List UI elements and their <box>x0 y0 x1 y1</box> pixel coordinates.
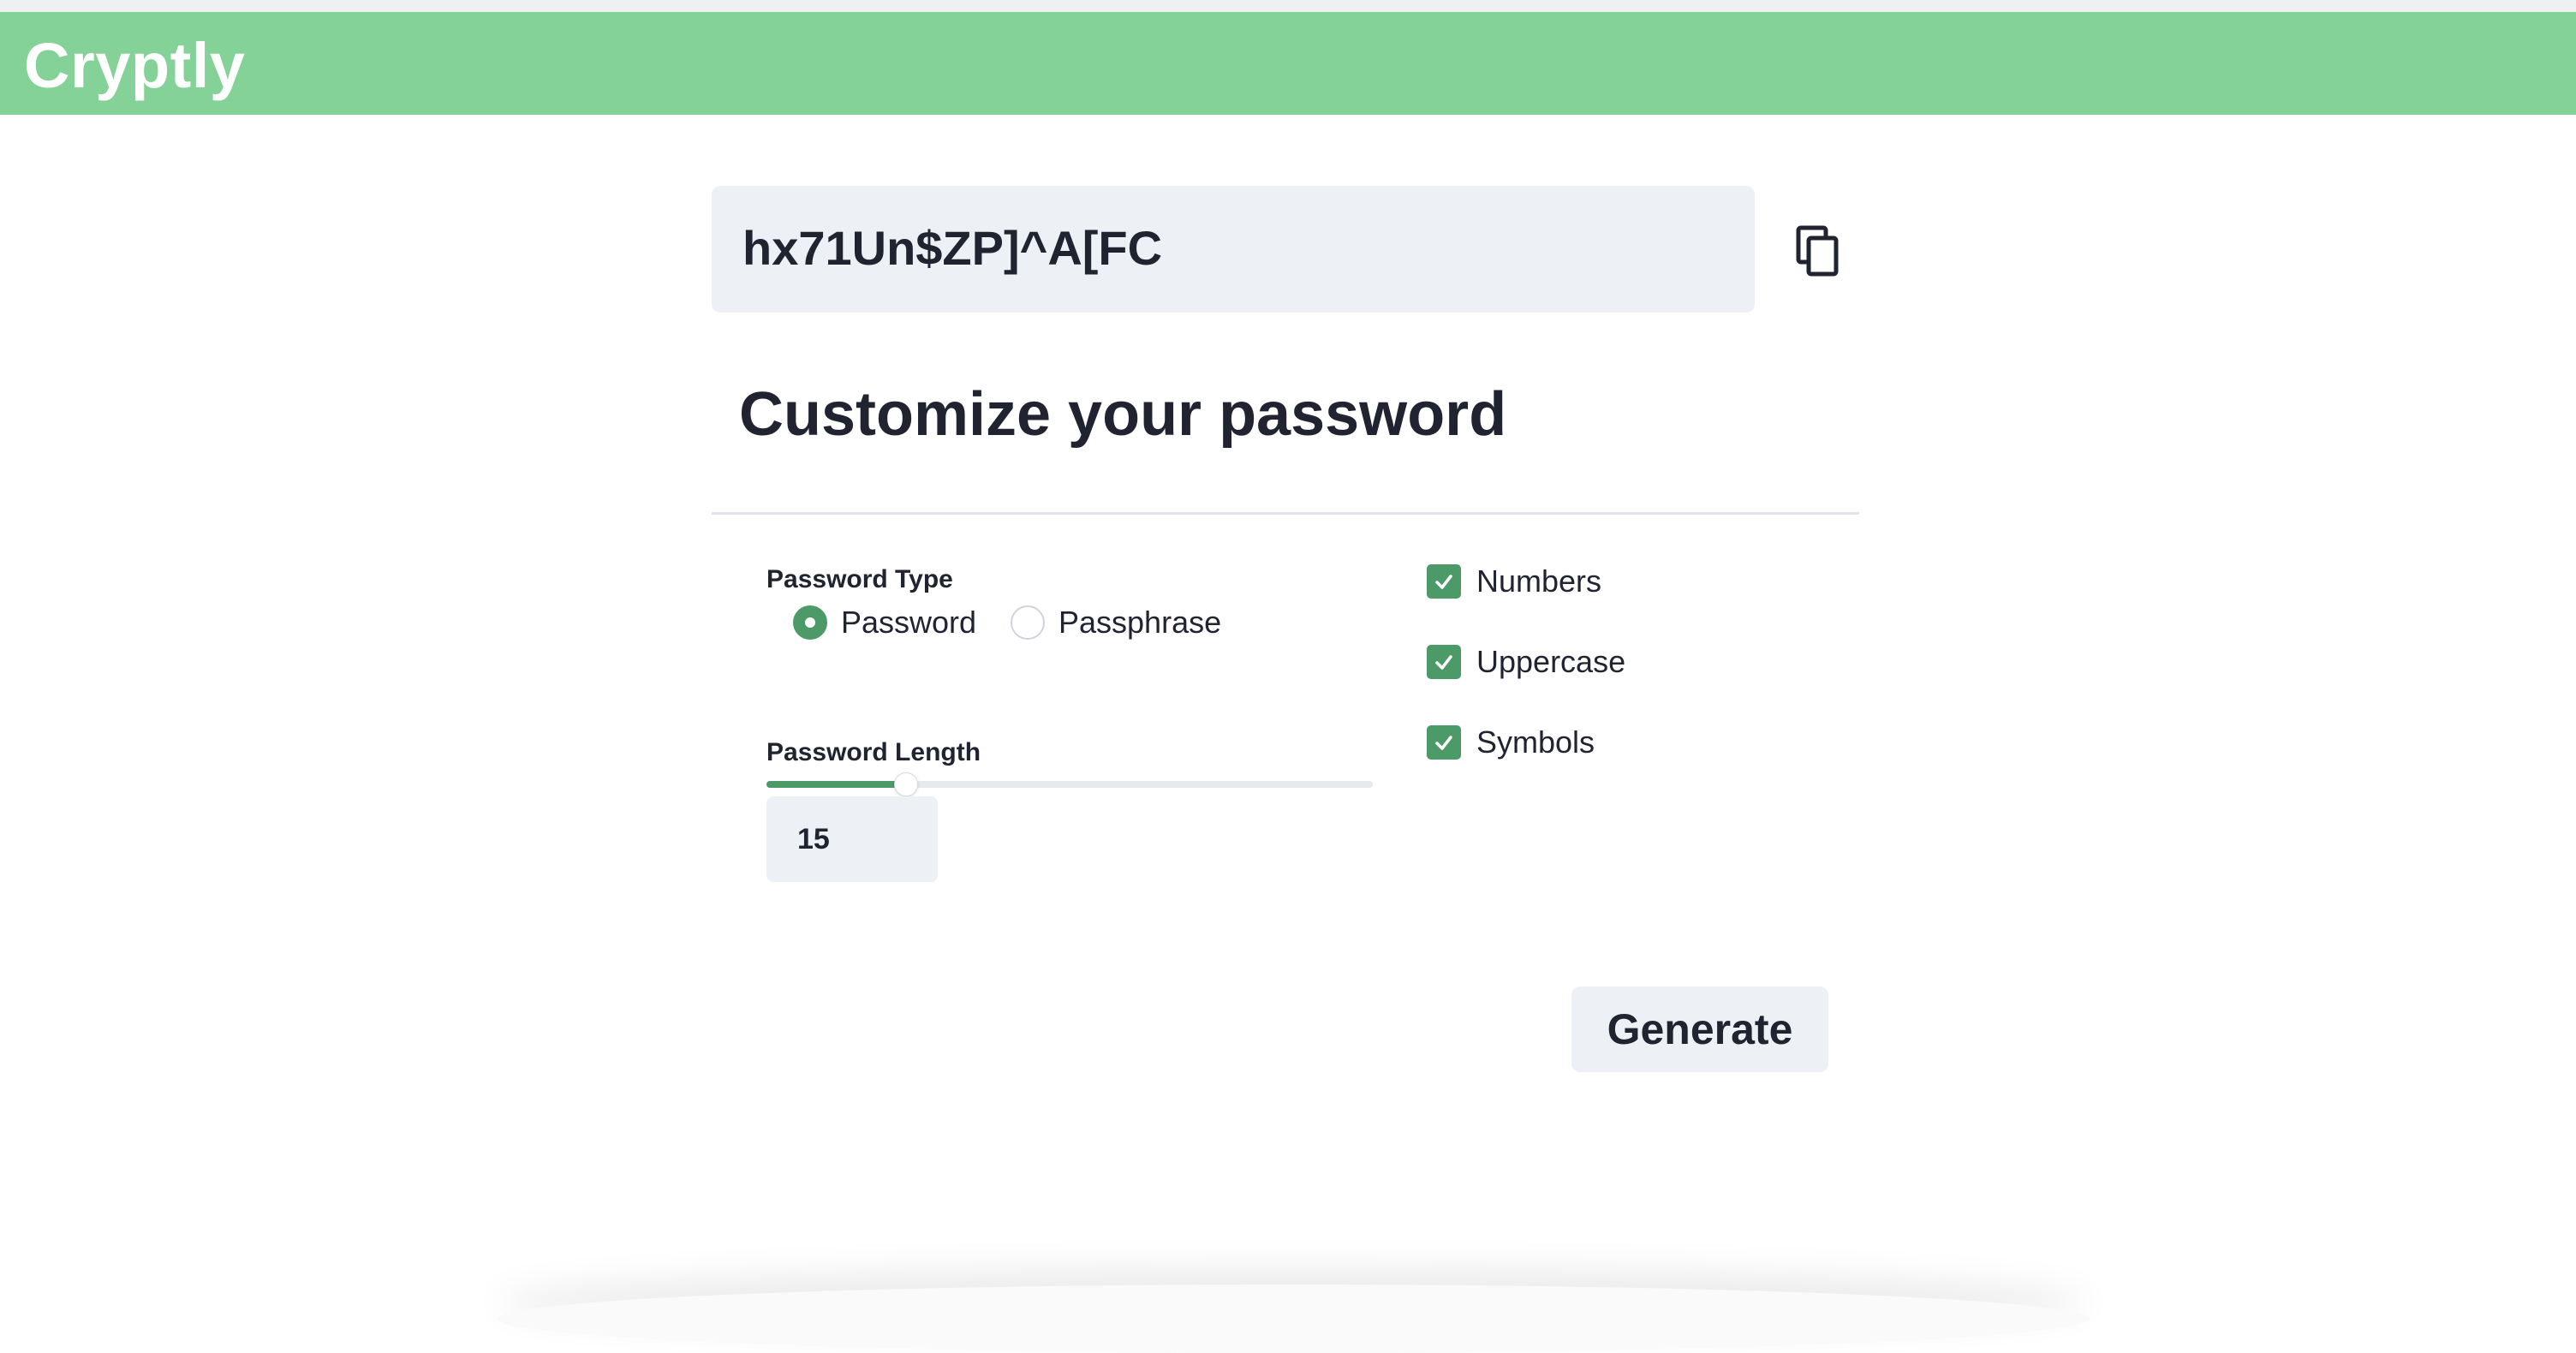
uppercase-option[interactable]: Uppercase <box>1427 644 1626 679</box>
copy-icon <box>1796 225 1839 277</box>
symbols-label: Symbols <box>1476 724 1595 760</box>
copy-button[interactable] <box>1790 221 1850 281</box>
generate-button[interactable]: Generate <box>1571 986 1828 1072</box>
numbers-option[interactable]: Numbers <box>1427 563 1602 599</box>
password-length-input[interactable] <box>766 796 938 882</box>
bottom-panel-shadow <box>497 1284 2090 1353</box>
radio-passphrase-indicator[interactable] <box>1011 605 1045 640</box>
radio-passphrase[interactable]: Passphrase <box>1011 604 1221 641</box>
customize-heading: Customize your password <box>739 380 1507 449</box>
symbols-option[interactable]: Symbols <box>1427 724 1595 760</box>
radio-password-indicator[interactable] <box>793 605 827 640</box>
numbers-label: Numbers <box>1476 563 1602 599</box>
radio-password-label: Password <box>841 605 977 640</box>
browser-top-strip <box>0 0 2576 12</box>
password-length-slider[interactable] <box>766 772 1373 796</box>
check-icon <box>1435 575 1452 589</box>
check-icon <box>1435 655 1452 670</box>
app-title: Cryptly <box>24 30 246 101</box>
generated-password-field[interactable]: hx71Un$ZP]^A[FC <box>712 186 1755 313</box>
radio-password[interactable]: Password <box>793 604 976 641</box>
app-header: Cryptly <box>0 12 2576 115</box>
uppercase-label: Uppercase <box>1476 644 1626 679</box>
slider-fill <box>766 781 906 788</box>
radio-passphrase-label: Passphrase <box>1058 605 1222 640</box>
symbols-checkbox[interactable] <box>1427 725 1461 760</box>
password-type-label: Password Type <box>766 565 953 593</box>
check-icon <box>1435 736 1452 750</box>
numbers-checkbox[interactable] <box>1427 564 1461 599</box>
uppercase-checkbox[interactable] <box>1427 645 1461 679</box>
section-divider <box>712 512 1859 515</box>
password-length-label: Password Length <box>766 738 981 766</box>
slider-thumb[interactable] <box>894 772 918 796</box>
generated-password-text: hx71Un$ZP]^A[FC <box>742 221 1163 275</box>
